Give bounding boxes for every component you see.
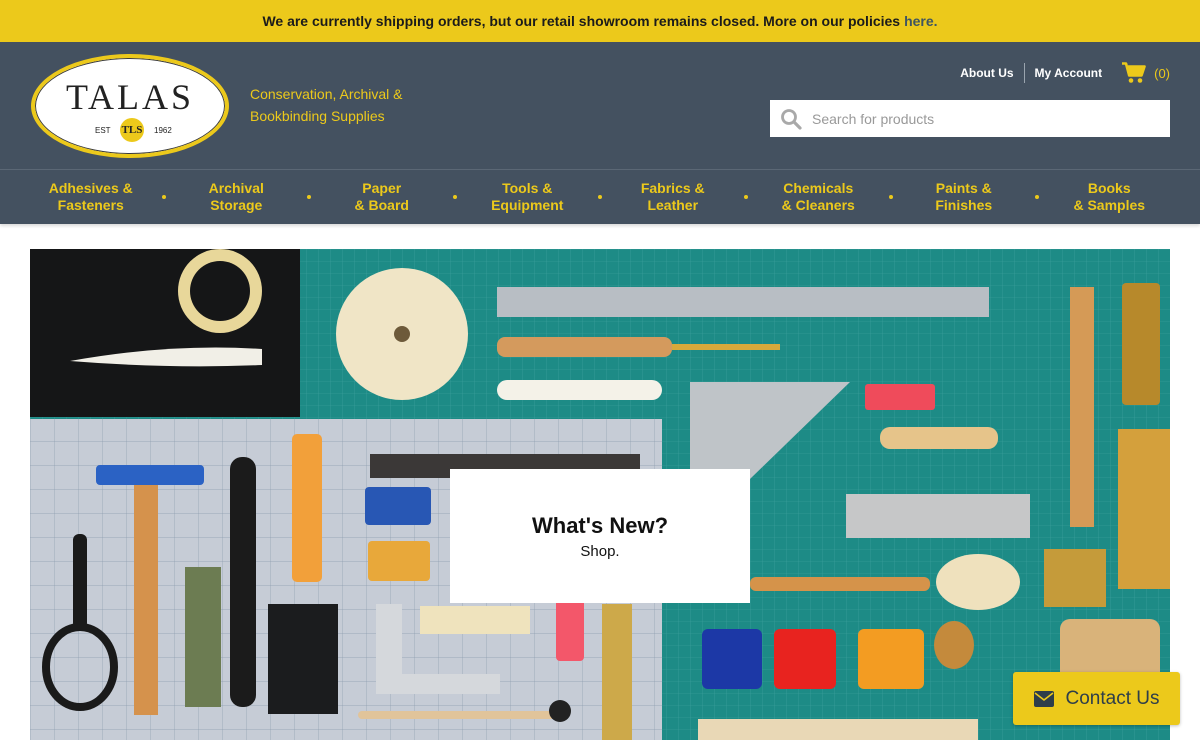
talas-logo[interactable]: TALAS EST TLS 1962 xyxy=(31,54,229,158)
cart-link[interactable]: (0) xyxy=(1122,62,1170,84)
utility-links: About Us My Account (0) xyxy=(960,62,1170,84)
envelope-icon xyxy=(1033,690,1054,707)
logo-wordmark: TALAS xyxy=(65,77,195,117)
nav-fabrics-leather[interactable]: Fabrics & Leather xyxy=(602,180,744,214)
my-account-link[interactable]: My Account xyxy=(1035,66,1103,80)
nav-paper-board[interactable]: Paper & Board xyxy=(311,180,453,214)
site-header: TALAS EST TLS 1962 Conservation, Archiva… xyxy=(0,42,1200,169)
logo-est: EST xyxy=(95,126,111,135)
about-us-link[interactable]: About Us xyxy=(960,66,1013,80)
policies-link[interactable]: here. xyxy=(904,13,937,29)
nav-books-samples[interactable]: Books & Samples xyxy=(1039,180,1181,214)
utility-divider xyxy=(1023,63,1025,83)
search-icon[interactable] xyxy=(780,108,802,130)
nav-paints-finishes[interactable]: Paints & Finishes xyxy=(893,180,1035,214)
nav-chemicals-cleaners[interactable]: Chemicals & Cleaners xyxy=(748,180,890,214)
category-nav: Adhesives & Fasteners Archival Storage P… xyxy=(0,169,1200,224)
cart-icon xyxy=(1122,62,1146,83)
site-tagline: Conservation, Archival & Bookbinding Sup… xyxy=(250,86,403,124)
shop-link[interactable]: Shop. xyxy=(580,543,619,560)
cart-count: (0) xyxy=(1154,65,1170,81)
nav-tools-equipment[interactable]: Tools & Equipment xyxy=(457,180,599,214)
contact-us-button[interactable]: Contact Us xyxy=(1013,672,1180,725)
logo-seal: TLS xyxy=(120,118,144,142)
announcement-bar: We are currently shipping orders, but ou… xyxy=(0,0,1200,42)
whats-new-title: What's New? xyxy=(531,512,669,538)
nav-archival-storage[interactable]: Archival Storage xyxy=(166,180,308,214)
whats-new-card[interactable]: What's New? Shop. xyxy=(450,469,750,603)
search-input[interactable] xyxy=(810,109,1154,128)
search-bar xyxy=(770,100,1170,137)
logo-year: 1962 xyxy=(154,126,172,135)
contact-us-label: Contact Us xyxy=(1065,687,1160,709)
announcement-text: We are currently shipping orders, but ou… xyxy=(262,13,901,29)
nav-adhesives-fasteners[interactable]: Adhesives & Fasteners xyxy=(20,180,162,214)
